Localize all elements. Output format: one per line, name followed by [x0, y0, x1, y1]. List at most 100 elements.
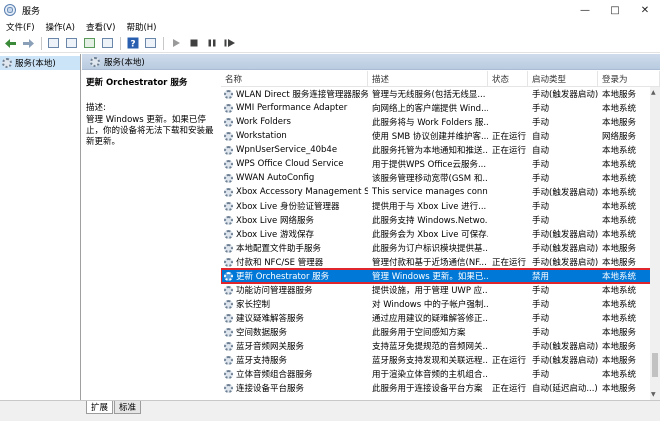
restart-service-icon[interactable] — [222, 36, 237, 51]
service-description: 提供用于与 Xbox Live 进行... — [372, 202, 487, 212]
service-status: 正在运行 — [492, 146, 527, 156]
service-startup-type: 手动(触发器启动) — [532, 230, 598, 240]
table-row[interactable]: Work Folders 此服务将与 Work Folders 服... 手动 本地服… — [221, 115, 660, 129]
service-startup-type: 自动 — [532, 146, 550, 156]
services-header: 服务(本地) — [82, 54, 660, 70]
service-startup-type: 手动 — [532, 300, 550, 310]
menu-view[interactable]: 查看(V) — [80, 21, 120, 33]
table-row[interactable]: 蓝牙音频网关服务 支持蓝牙免提规范的音频网关... 手动(触发器启动) 本地服务 — [221, 339, 660, 353]
service-status: 正在运行 — [492, 258, 527, 268]
tree-item-services-local[interactable]: 服务(本地) — [0, 56, 80, 70]
service-description: This service manages conn... — [372, 187, 488, 197]
tab-standard[interactable]: 标准 — [114, 401, 142, 414]
service-name-text: 功能访问管理器服务 — [236, 286, 313, 296]
svg-text:?: ? — [130, 40, 135, 50]
toolbar: ? — [0, 34, 660, 53]
table-row[interactable]: 本地配置文件助手服务 此服务为订户标识模块提供基... 手动(触发器启动) 本地服务 — [221, 241, 660, 255]
column-header: 名称 描述 状态 启动类型 登录为 — [221, 71, 660, 87]
properties-icon[interactable] — [143, 36, 158, 51]
service-startup-type: 手动(触发器启动) — [532, 258, 598, 268]
service-startup-type: 手动 — [532, 118, 550, 128]
table-row[interactable]: 付款和 NFC/SE 管理器 管理付款和基于近场通信(NF... 正在运行 手动(触发… — [221, 255, 660, 269]
menu-action[interactable]: 操作(A) — [40, 21, 80, 33]
column-status[interactable]: 状态 — [488, 71, 528, 87]
forward-arrow-icon[interactable] — [21, 36, 36, 51]
show-hide-console-tree-icon[interactable] — [46, 36, 61, 51]
vertical-scrollbar[interactable]: ▲ ▼ — [650, 87, 660, 400]
scroll-down-arrow-icon[interactable]: ▼ — [651, 391, 656, 398]
table-row[interactable]: Xbox Accessory Management S... This servi… — [221, 185, 660, 199]
help-icon[interactable]: ? — [125, 36, 140, 51]
table-row[interactable]: Xbox Live 游戏保存 此服务会为 Xbox Live 可保存... 手动(触… — [221, 227, 660, 241]
service-name: 蓝牙音频网关服务 — [221, 340, 368, 352]
service-gear-icon — [224, 257, 233, 267]
table-row[interactable]: WLAN Direct 服务连接管理器服务 管理与无线服务(包括无线显... 手动(… — [221, 87, 660, 101]
menu-bar: 文件(F) 操作(A) 查看(V) 帮助(H) — [0, 20, 660, 34]
column-description[interactable]: 描述 — [368, 71, 488, 87]
start-service-icon[interactable] — [168, 36, 183, 51]
service-startup-type: 禁用 — [532, 272, 550, 282]
table-row[interactable]: 连接设备平台服务 此服务用于连接设备平台方案 正在运行 自动(延迟启动...) 本地服务 — [221, 381, 660, 395]
service-name: 蓝牙支持服务 — [221, 354, 368, 366]
menu-help[interactable]: 帮助(H) — [120, 21, 161, 33]
table-row[interactable]: WMI Performance Adapter 向网络上的客户端提供 Wind..… — [221, 101, 660, 115]
service-name-text: Xbox Live 身份验证管理器 — [236, 202, 340, 212]
service-name-text: 立体音频组合器服务 — [236, 370, 313, 380]
service-name: WPS Office Cloud Service — [221, 159, 368, 169]
menu-file[interactable]: 文件(F) — [0, 21, 40, 33]
service-description: 管理 Windows 更新。如果已... — [372, 272, 488, 282]
stop-service-icon[interactable] — [186, 36, 201, 51]
table-row[interactable]: 建议疑难解答服务 通过应用建议的疑难解答修正... 手动 本地系统 — [221, 311, 660, 325]
back-arrow-icon[interactable] — [3, 36, 18, 51]
table-row[interactable]: Xbox Live 网络服务 此服务支持 Windows.Netwo... 手动 本地… — [221, 213, 660, 227]
service-description: 蓝牙服务支持发现和关联远程... — [372, 356, 488, 366]
service-name-text: 空间数据服务 — [236, 328, 288, 338]
table-row[interactable]: WPS Office Cloud Service 用于提供WPS Office云服… — [221, 157, 660, 171]
service-startup-type: 手动 — [532, 314, 550, 324]
service-gear-icon — [224, 341, 233, 351]
table-row[interactable]: 功能访问管理器服务 提供设施，用于管理 UWP 应... 手动 本地系统 — [221, 283, 660, 297]
service-status: 正在运行 — [492, 384, 527, 394]
table-row[interactable]: WWAN AutoConfig 该服务管理移动宽带(GSM 和... 手动 本地系统 — [221, 171, 660, 185]
scrollbar-thumb[interactable] — [652, 353, 658, 377]
table-row-selected[interactable]: 更新 Orchestrator 服务 管理 Windows 更新。如果已... 禁用… — [221, 268, 660, 284]
column-name[interactable]: 名称 — [221, 71, 368, 87]
column-log-on-as[interactable]: 登录为 — [598, 71, 660, 87]
service-startup-type: 手动(触发器启动) — [532, 244, 598, 254]
scroll-up-arrow-icon[interactable]: ▲ — [651, 89, 656, 96]
service-name: 功能访问管理器服务 — [221, 284, 368, 296]
column-startup-type[interactable]: 启动类型 — [528, 71, 598, 87]
service-name-text: WLAN Direct 服务连接管理器服务 — [236, 90, 368, 100]
service-name: WpnUserService_40b4e — [221, 145, 368, 155]
table-row[interactable]: WpnUserService_40b4e 此服务托管为本地通知和推送... 正在运行… — [221, 143, 660, 157]
table-row[interactable]: 家长控制对 Windows 中的子帐户强制... 手动 本地系统 — [221, 297, 660, 311]
service-name: Xbox Accessory Management S... — [221, 187, 368, 197]
service-description: 提供设施，用于管理 UWP 应... — [372, 286, 488, 296]
export-list-icon[interactable] — [100, 36, 115, 51]
service-startup-type: 自动 — [532, 132, 550, 142]
table-row[interactable]: Workstation 使用 SMB 协议创建并维护客... 正在运行 自动 网络服务 — [221, 129, 660, 143]
service-description: 支持蓝牙免提规范的音频网关... — [372, 342, 488, 352]
service-description: 管理付款和基于近场通信(NF... — [372, 258, 487, 268]
service-description: 向网络上的客户端提供 Wind... — [372, 104, 488, 114]
service-gear-icon — [224, 159, 233, 169]
close-button[interactable]: ✕ — [630, 0, 660, 20]
table-row[interactable]: 蓝牙支持服务 蓝牙服务支持发现和关联远程... 正在运行 手动(触发器启动) 本地服务 — [221, 353, 660, 367]
window-title: 服务 — [22, 6, 41, 17]
service-name-text: 付款和 NFC/SE 管理器 — [236, 258, 324, 268]
maximize-button[interactable]: □ — [600, 0, 630, 20]
service-name-text: WpnUserService_40b4e — [236, 145, 338, 155]
table-row[interactable]: 立体音频组合器服务 用于渲染立体音频的主机组合... 手动 本地系统 — [221, 367, 660, 381]
properties-pane-icon[interactable] — [64, 36, 79, 51]
refresh-icon[interactable] — [82, 36, 97, 51]
tab-extended[interactable]: 扩展 — [86, 401, 114, 414]
service-name: WMI Performance Adapter — [221, 103, 368, 113]
table-row[interactable]: 空间数据服务 此服务用于空间感知方案 手动 本地服务 — [221, 325, 660, 339]
pause-service-icon[interactable] — [204, 36, 219, 51]
service-name: Xbox Live 游戏保存 — [221, 228, 368, 240]
description-text: 管理 Windows 更新。如果已停止，你的设备将无法下载和安装最新更新。 — [86, 115, 214, 147]
service-name-text: 连接设备平台服务 — [236, 384, 305, 394]
table-row[interactable]: Xbox Live 身份验证管理器 提供用于与 Xbox Live 进行... 手动… — [221, 199, 660, 213]
minimize-button[interactable]: — — [570, 0, 600, 20]
gear-icon — [2, 58, 12, 68]
